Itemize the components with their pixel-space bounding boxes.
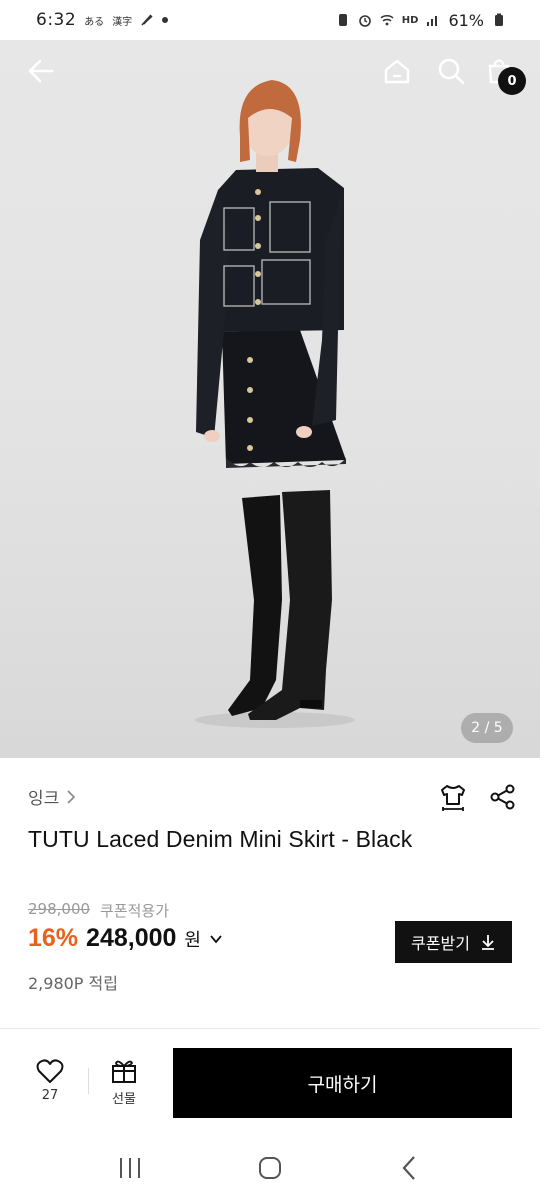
- coupon-price-label: 쿠폰적용가: [100, 902, 170, 920]
- status-notification-text-1: ある: [84, 16, 105, 28]
- recent-apps-button[interactable]: [110, 1148, 150, 1188]
- product-title: TUTU Laced Denim Mini Skirt - Black: [28, 826, 413, 852]
- cart-count-badge: 0: [498, 67, 526, 95]
- share-button[interactable]: [486, 780, 520, 814]
- sale-price: 248,000: [86, 924, 177, 952]
- chevron-right-icon: [67, 789, 76, 804]
- gift-button[interactable]: 선물: [102, 1058, 146, 1114]
- heart-icon: [36, 1059, 64, 1083]
- coupon-button-label: 쿠폰받기: [411, 934, 470, 953]
- phone-status-icon: [338, 14, 347, 26]
- status-notification-text-2: 漢字: [112, 16, 133, 28]
- brand-link[interactable]: 잉크: [28, 784, 77, 809]
- arrow-left-icon: [28, 59, 54, 83]
- search-icon: [438, 58, 465, 85]
- back-nav-button[interactable]: [390, 1148, 430, 1188]
- alarm-icon: [358, 15, 371, 27]
- get-coupon-button[interactable]: 쿠폰받기: [395, 921, 512, 963]
- home-icon: [384, 59, 410, 84]
- home-button[interactable]: [380, 54, 414, 88]
- brand-name: 잉크: [28, 789, 60, 809]
- recent-apps-icon: [120, 1158, 140, 1178]
- separator: [88, 1068, 89, 1094]
- size-guide-button[interactable]: [436, 780, 470, 814]
- gift-label: 선물: [112, 1092, 136, 1107]
- like-count: 27: [41, 1088, 59, 1103]
- discount-rate: 16%: [28, 924, 79, 952]
- status-left: 6:32 ある 漢字: [36, 10, 169, 30]
- reward-points: 2,980P 적립: [28, 974, 118, 993]
- download-icon: [481, 935, 494, 950]
- battery-icon: [495, 13, 503, 26]
- signal-icon: [427, 16, 438, 26]
- wifi-icon: [380, 15, 394, 26]
- currency-label: 원: [184, 930, 201, 951]
- shirt-size-icon: [441, 785, 465, 811]
- home-nav-button[interactable]: [250, 1148, 290, 1188]
- like-button[interactable]: 27: [28, 1058, 72, 1114]
- divider: [0, 1028, 540, 1029]
- home-circle-icon: [259, 1157, 281, 1179]
- network-label: HD: [401, 14, 419, 26]
- feather-icon: [141, 14, 153, 26]
- product-image[interactable]: [0, 40, 540, 758]
- top-navigation: [0, 40, 540, 106]
- model-photo: [195, 80, 355, 728]
- product-actions: [436, 780, 520, 814]
- status-bar: 6:32 ある 漢字 HD 61%: [0, 0, 540, 40]
- notification-dot-icon: [162, 17, 169, 23]
- back-button[interactable]: [24, 54, 58, 88]
- share-icon: [490, 784, 515, 810]
- chevron-down-icon[interactable]: [209, 932, 223, 946]
- original-price-row: 298,000 쿠폰적용가: [28, 900, 169, 921]
- search-button[interactable]: [434, 54, 468, 88]
- buy-button[interactable]: 구매하기: [173, 1048, 512, 1118]
- battery-percent: 61%: [448, 10, 484, 30]
- price-row: 16% 248,000 원: [28, 924, 223, 953]
- original-price: 298,000: [28, 900, 91, 918]
- system-navigation-bar: [0, 1136, 540, 1200]
- status-right: HD 61%: [336, 11, 506, 30]
- status-time: 6:32: [36, 10, 77, 30]
- chevron-left-icon: [402, 1156, 415, 1180]
- image-page-indicator: 2 / 5: [461, 713, 513, 743]
- gift-icon: [112, 1060, 136, 1083]
